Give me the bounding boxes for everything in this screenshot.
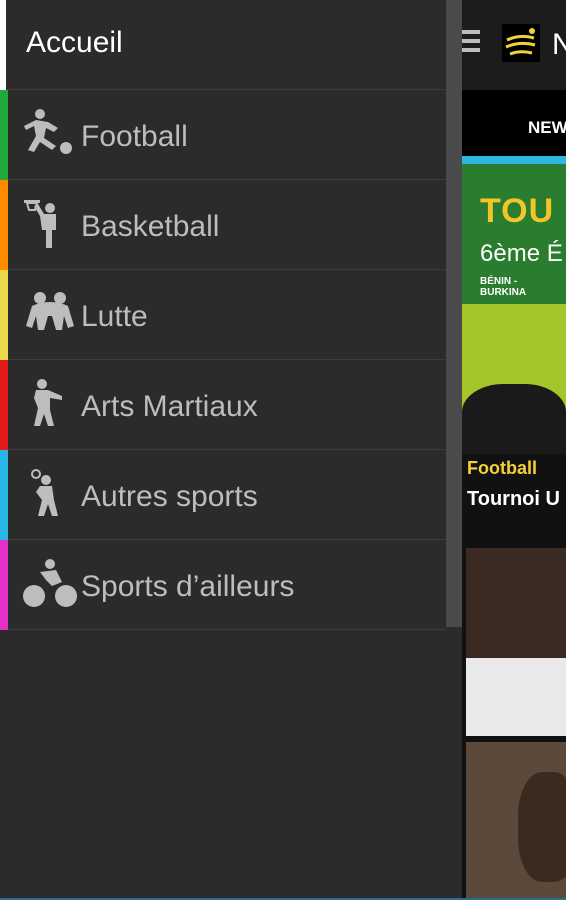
drawer-item-autres-sports[interactable]: Autres sports	[0, 450, 446, 540]
article-category: Football	[467, 458, 537, 478]
drawer-item-label: Football	[81, 120, 188, 153]
tennis-player-icon	[31, 469, 58, 516]
drawer-item-football[interactable]: Football	[0, 90, 446, 180]
drawer-item-label: Arts Martiaux	[81, 390, 258, 423]
cycling-icon	[23, 559, 77, 607]
tab-news[interactable]: NEWS	[528, 118, 566, 138]
drawer-item-label: Autres sports	[81, 480, 258, 513]
drawer-item-accueil[interactable]: Accueil	[0, 0, 446, 90]
drawer-item-arts-martiaux[interactable]: Arts Martiaux	[0, 360, 446, 450]
drawer-item-lutte[interactable]: Lutte	[0, 270, 446, 360]
martial-arts-icon	[34, 379, 62, 426]
drawer-edge	[446, 627, 462, 900]
wrestling-icon	[26, 292, 74, 330]
basketball-player-icon	[24, 200, 56, 248]
hero-image[interactable]: TOU 6ème É BÉNIN - BURKINA	[462, 164, 566, 454]
article-title[interactable]: Tournoi U	[467, 488, 560, 511]
drawer-item-label: Lutte	[81, 300, 148, 333]
hero-countries: BÉNIN - BURKINA	[480, 276, 527, 298]
drawer-item-label: Accueil	[26, 26, 123, 59]
drawer-item-label: Sports d’ailleurs	[81, 570, 295, 603]
drawer-scrollbar[interactable]	[446, 0, 462, 627]
article-thumbnail[interactable]	[466, 742, 566, 900]
app-title: N	[552, 28, 566, 61]
menu-icon[interactable]	[462, 30, 482, 56]
navigation-drawer: Accueil Football Basketball Lutte Arts M…	[0, 0, 446, 900]
drawer-item-label: Basketball	[81, 210, 220, 243]
football-player-icon	[24, 109, 72, 154]
app-bar: N	[462, 0, 566, 90]
drawer-item-sports-ailleurs[interactable]: Sports d’ailleurs	[0, 540, 446, 630]
drawer-item-basketball[interactable]: Basketball	[0, 180, 446, 270]
article-thumbnail[interactable]	[466, 548, 566, 736]
tab-indicator	[462, 156, 566, 164]
hero-title: TOU	[480, 192, 555, 230]
hero-edition: 6ème É	[480, 240, 563, 267]
app-logo-icon	[502, 24, 540, 62]
main-content: N NEWS TOU 6ème É BÉNIN - BURKINA Footba…	[462, 0, 566, 900]
